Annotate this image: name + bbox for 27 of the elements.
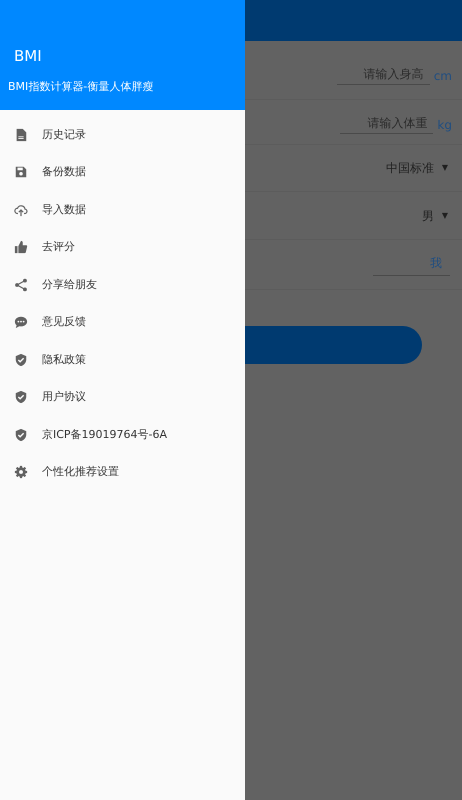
- shield-check-icon: [14, 352, 28, 367]
- menu-item[interactable]: 京ICP备19019764号-6A: [42, 426, 168, 443]
- menu-item[interactable]: 隐私政策: [42, 352, 86, 368]
- shield-check-icon: [14, 428, 28, 442]
- cloud-upload-icon: [14, 202, 28, 217]
- shield-check-icon: [14, 390, 28, 404]
- drawer-title: BMI: [13, 46, 42, 66]
- menu-item[interactable]: 个性化推荐设置: [42, 464, 119, 480]
- menu-item[interactable]: 备份数据: [42, 164, 86, 180]
- drawer-subtitle: BMI指数计算器-衡量人体胖瘦: [8, 80, 154, 94]
- height-input-field[interactable]: 请输入身高: [336, 63, 430, 85]
- unit-label: cm: [434, 68, 452, 85]
- unit-label: kg: [437, 117, 452, 134]
- thumbs-up-icon: [14, 240, 28, 254]
- chat-bubble-icon: [14, 315, 28, 330]
- menu-item[interactable]: 意见反馈: [42, 314, 86, 330]
- gear-icon: [14, 465, 28, 480]
- menu-item[interactable]: 导入数据: [42, 202, 86, 218]
- calculate-button[interactable]: [245, 326, 422, 364]
- menu-item[interactable]: 历史记录: [42, 126, 86, 143]
- share-icon: [14, 278, 28, 292]
- save-icon: [14, 165, 28, 180]
- document-icon: [14, 128, 28, 142]
- weight-input-field[interactable]: 请输入体重: [340, 112, 434, 134]
- menu-item[interactable]: 分享给朋友: [42, 276, 97, 293]
- menu-item[interactable]: 去评分: [42, 239, 75, 256]
- menu-item[interactable]: 用户协议: [42, 389, 86, 406]
